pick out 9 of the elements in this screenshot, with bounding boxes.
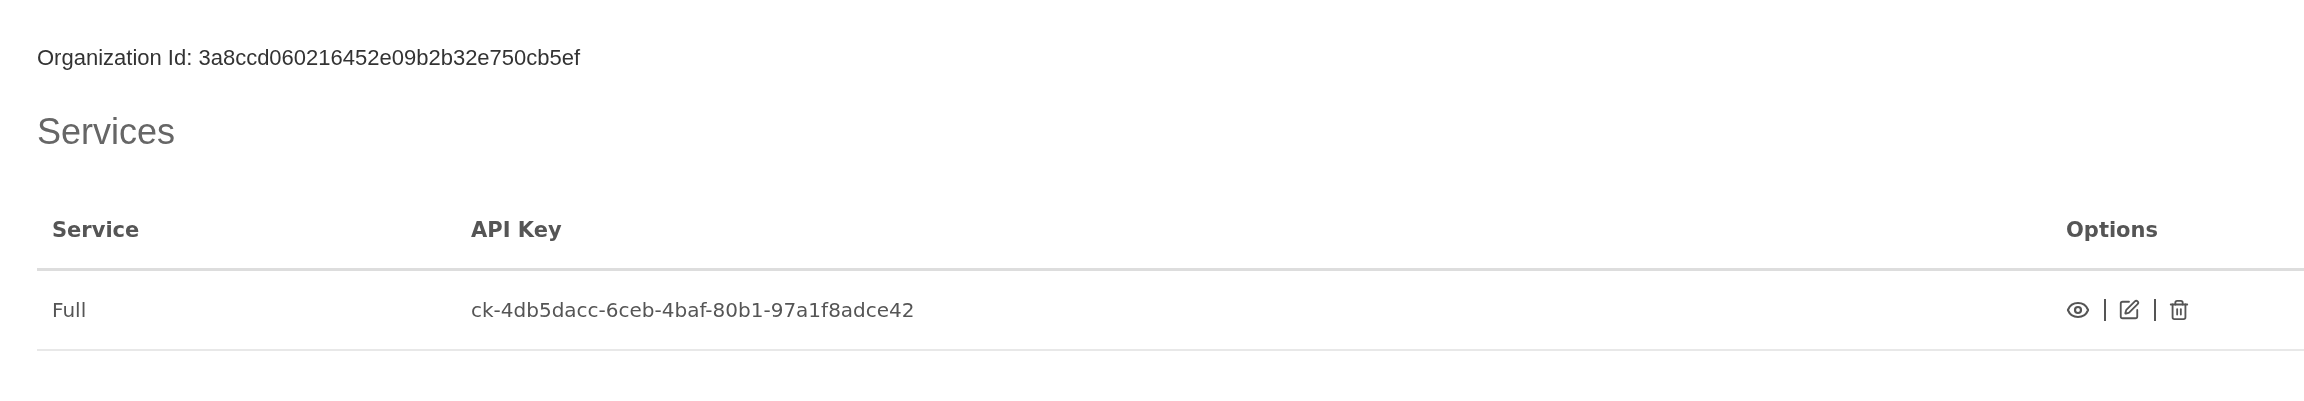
organization-id: Organization Id: 3a8ccd060216452e09b2b32e750cb5ef [37,44,582,72]
section-title: Services [37,112,177,152]
table-cell: Full [37,269,456,350]
column-header: API Key [456,192,2051,270]
delete-icon[interactable] [2168,299,2190,321]
table-cell: ck-4db5dacc-6ceb-4baf-80b1-97a1f8adce42 [456,269,2051,350]
column-header: Options [2051,192,2304,270]
column-header: Service [37,192,456,270]
edit-icon[interactable] [2118,299,2140,321]
